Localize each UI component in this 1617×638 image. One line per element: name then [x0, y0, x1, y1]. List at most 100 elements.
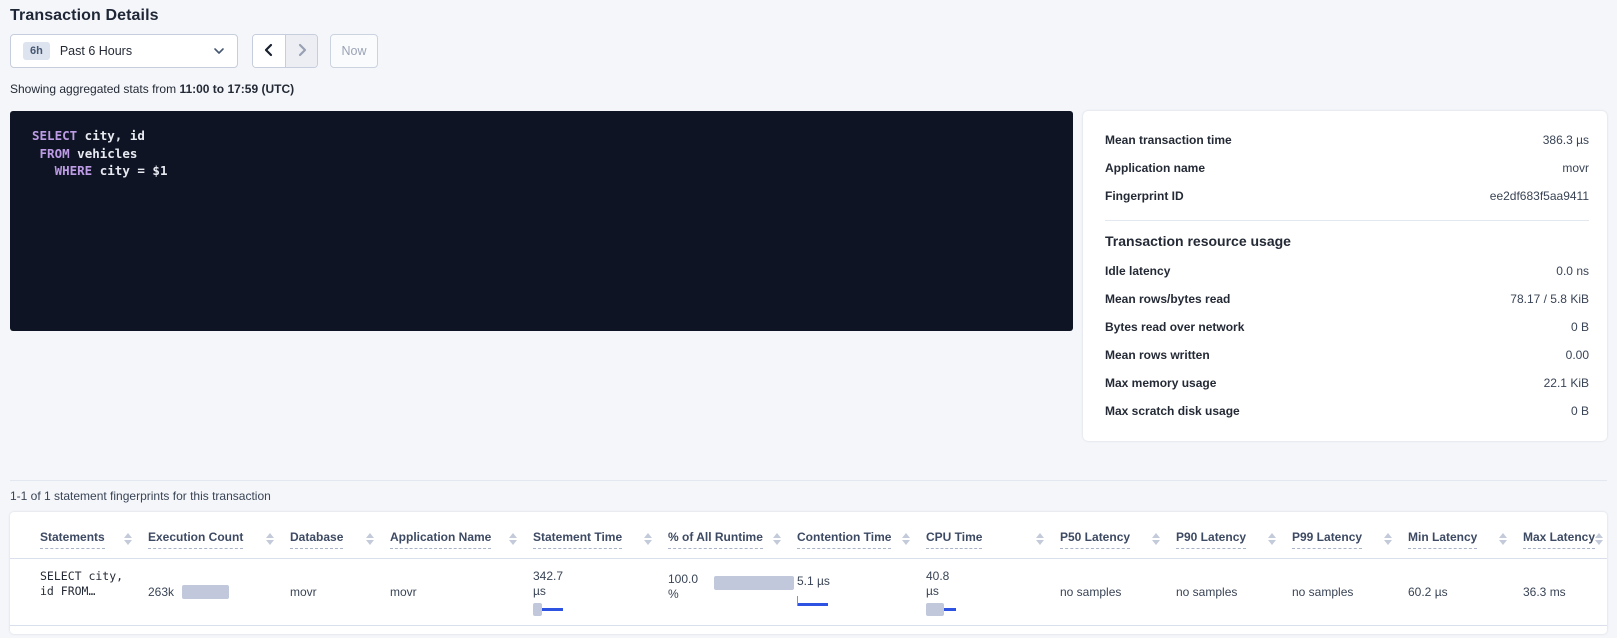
prev-time-button[interactable] — [253, 35, 285, 67]
column-header-p90-latency[interactable]: P90 Latency — [1176, 530, 1292, 549]
summary-label: Fingerprint ID — [1105, 189, 1184, 203]
cell-statement-time: 342.7 µs — [533, 559, 668, 625]
column-header-min-latency[interactable]: Min Latency — [1408, 530, 1523, 549]
column-header-cpu-time[interactable]: CPU Time — [926, 530, 1060, 549]
pct-runtime-value: 100.0 % — [668, 572, 710, 625]
section-divider — [10, 480, 1607, 481]
sql-keyword: FROM — [40, 146, 70, 161]
column-header-execution-count[interactable]: Execution Count — [148, 530, 290, 549]
resource-value: 22.1 KiB — [1544, 376, 1589, 390]
resource-value: 0.0 ns — [1556, 264, 1589, 278]
chevron-right-icon — [295, 43, 309, 60]
sql-text: city, id — [77, 128, 145, 143]
sort-icon[interactable] — [1268, 533, 1276, 545]
fingerprint-count-note: 1-1 of 1 statement fingerprints for this… — [10, 489, 1607, 503]
cell-application-name: movr — [390, 559, 533, 625]
sort-icon[interactable] — [1152, 533, 1160, 545]
database-value: movr — [290, 585, 317, 599]
resource-label: Mean rows/bytes read — [1105, 292, 1230, 306]
resource-row: Max memory usage 22.1 KiB — [1105, 369, 1589, 397]
p50-latency-value: no samples — [1060, 585, 1121, 599]
now-button[interactable]: Now — [330, 34, 378, 68]
cell-p90-latency: no samples — [1176, 559, 1292, 625]
p90-latency-value: no samples — [1176, 585, 1237, 599]
sql-text: city = $1 — [92, 163, 167, 178]
column-header-application-name[interactable]: Application Name — [390, 530, 533, 549]
time-toolbar: 6h Past 6 Hours Now — [10, 34, 1607, 68]
column-header-statement-time[interactable]: Statement Time — [533, 530, 668, 549]
next-time-button[interactable] — [285, 35, 317, 67]
column-header-p99-latency[interactable]: P99 Latency — [1292, 530, 1408, 549]
cell-max-latency: 36.3 ms — [1523, 559, 1607, 625]
resource-row: Idle latency 0.0 ns — [1105, 257, 1589, 285]
time-nav-group — [252, 34, 318, 68]
execution-count-value: 263k — [148, 585, 174, 599]
cell-statement[interactable]: SELECT city,id FROM… — [40, 559, 148, 625]
resource-label: Max memory usage — [1105, 376, 1216, 390]
sort-icon[interactable] — [1036, 533, 1044, 545]
summary-value: ee2df683f5aa9411 — [1490, 189, 1589, 203]
summary-label: Mean transaction time — [1105, 133, 1232, 147]
sql-keyword: WHERE — [55, 163, 93, 178]
sql-line: FROM vehicles — [32, 145, 1051, 163]
sort-icon[interactable] — [266, 533, 274, 545]
column-header-database[interactable]: Database — [290, 530, 390, 549]
summary-value: movr — [1562, 161, 1589, 175]
sort-icon[interactable] — [902, 533, 910, 545]
statement-link[interactable]: SELECT city,id FROM… — [40, 569, 148, 599]
resource-value: 0 B — [1571, 320, 1589, 334]
resource-value: 0 B — [1571, 404, 1589, 418]
sql-text: vehicles — [70, 146, 138, 161]
resource-usage-title: Transaction resource usage — [1105, 233, 1589, 249]
resource-value: 78.17 / 5.8 KiB — [1510, 292, 1589, 306]
resource-row: Max scratch disk usage 0 B — [1105, 397, 1589, 425]
contention-time-bar — [797, 596, 926, 606]
resource-label: Bytes read over network — [1105, 320, 1244, 334]
resource-value: 0.00 — [1566, 348, 1589, 362]
sort-icon[interactable] — [1384, 533, 1392, 545]
sort-icon[interactable] — [509, 533, 517, 545]
sort-icon[interactable] — [1499, 533, 1507, 545]
cell-cpu-time: 40.8 µs — [926, 559, 1060, 625]
column-header-p50-latency[interactable]: P50 Latency — [1060, 530, 1176, 549]
execution-count-bar — [182, 585, 229, 599]
statement-time-value: 342.7 µs — [533, 569, 579, 599]
sql-keyword: SELECT — [32, 128, 77, 143]
summary-value: 386.3 µs — [1543, 133, 1589, 147]
resource-row: Mean rows written 0.00 — [1105, 341, 1589, 369]
sort-icon[interactable] — [366, 533, 374, 545]
cell-pct-runtime: 100.0 % — [668, 559, 797, 625]
cell-contention-time: 5.1 µs — [797, 559, 926, 625]
cell-p99-latency: no samples — [1292, 559, 1408, 625]
max-latency-value: 36.3 ms — [1523, 585, 1566, 599]
sort-icon[interactable] — [773, 533, 781, 545]
sort-icon[interactable] — [1595, 533, 1603, 545]
time-range-label: Past 6 Hours — [60, 44, 132, 58]
transaction-summary-card: Mean transaction time 386.3 µs Applicati… — [1083, 111, 1607, 441]
summary-row: Application name movr — [1105, 154, 1589, 182]
column-header-max-latency[interactable]: Max Latency — [1523, 530, 1607, 549]
summary-row: Fingerprint ID ee2df683f5aa9411 — [1105, 182, 1589, 210]
contention-time-value: 5.1 µs — [797, 574, 926, 588]
cell-p50-latency: no samples — [1060, 559, 1176, 625]
chevron-down-icon — [213, 45, 225, 57]
chevron-left-icon — [262, 43, 276, 60]
resource-row: Bytes read over network 0 B — [1105, 313, 1589, 341]
application-name-value: movr — [390, 585, 417, 599]
cpu-time-bar — [926, 603, 1060, 616]
column-header-pct-runtime[interactable]: % of All Runtime — [668, 530, 797, 549]
statement-row: SELECT city,id FROM… 263k movr movr 342.… — [10, 559, 1607, 626]
column-header-contention-time[interactable]: Contention Time — [797, 530, 926, 549]
statement-time-bar — [533, 603, 668, 616]
summary-label: Application name — [1105, 161, 1205, 175]
resource-label: Idle latency — [1105, 264, 1170, 278]
cell-min-latency: 60.2 µs — [1408, 559, 1523, 625]
stats-note-range: 11:00 to 17:59 (UTC) — [179, 82, 294, 96]
sql-line: WHERE city = $1 — [32, 162, 1051, 180]
statements-table: Statements Execution Count Database Appl… — [10, 512, 1607, 634]
sort-icon[interactable] — [644, 533, 652, 545]
column-header-statements[interactable]: Statements — [40, 530, 148, 549]
p99-latency-value: no samples — [1292, 585, 1353, 599]
time-range-select[interactable]: 6h Past 6 Hours — [10, 34, 238, 68]
sort-icon[interactable] — [124, 533, 132, 545]
